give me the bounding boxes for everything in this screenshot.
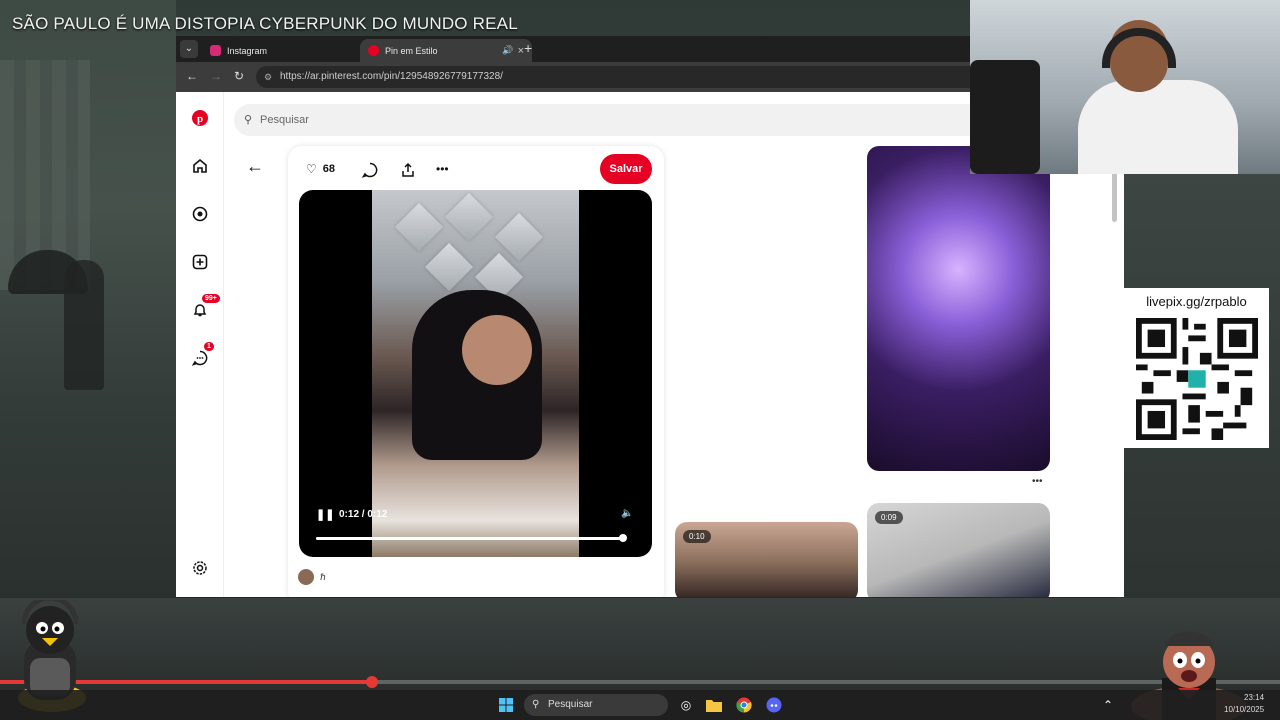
wall-tile [424, 242, 474, 292]
wall-tile [444, 192, 494, 242]
svg-text:p: p [197, 113, 203, 125]
settings-gear-icon[interactable] [190, 558, 210, 578]
tab-search-chevron-icon[interactable]: ⌄ [180, 40, 198, 58]
save-button[interactable]: Salvar [600, 154, 652, 184]
donation-qr-panel: livepix.gg/zrpablo [1124, 288, 1269, 448]
creator-avatar [298, 569, 314, 585]
webcam-feed [970, 0, 1280, 174]
windows-taskbar: ⚲ Pesquisar ◎ ⌃ 23:14 10/10/2025 [0, 690, 1280, 720]
video-progress-knob[interactable] [618, 534, 627, 542]
heart-icon: ♡ [306, 162, 317, 176]
video-duration-badge: 0:09 [875, 511, 903, 524]
chrome-icon[interactable] [734, 695, 754, 715]
comment-icon[interactable] [362, 162, 378, 178]
new-tab-button[interactable]: + [524, 40, 532, 56]
qr-label: livepix.gg/zrpablo [1146, 294, 1247, 309]
more-options-icon[interactable]: ••• [1032, 476, 1043, 487]
windows-start-icon[interactable] [496, 695, 516, 715]
qr-code-icon [1136, 318, 1258, 440]
app-icon[interactable]: ◎ [676, 695, 696, 715]
pause-icon[interactable]: ❚❚ [316, 508, 334, 521]
messages-badge: 1 [204, 342, 214, 351]
back-arrow-icon[interactable]: ← [246, 156, 264, 177]
url-text: https://ar.pinterest.com/pin/12954892677… [280, 71, 503, 82]
more-options-icon[interactable]: ••• [436, 162, 449, 176]
tab-instagram[interactable]: Instagram × [202, 39, 374, 62]
site-info-icon[interactable]: ⚙ [264, 66, 272, 88]
creator-row[interactable]: ℏ [298, 569, 326, 585]
tray-chevron-up-icon[interactable]: ⌃ [1098, 695, 1118, 715]
tab-pin-em-estilo[interactable]: Pin em Estilo 🔊 × [360, 39, 532, 62]
explore-compass-icon[interactable] [190, 204, 210, 224]
video-progress-bar[interactable] [316, 534, 627, 542]
search-placeholder: Pesquisar [260, 114, 309, 126]
instagram-icon [210, 45, 221, 56]
creator-name: ℏ [320, 571, 326, 582]
stream-title: SÃO PAULO É UMA DISTOPIA CYBERPUNK DO MU… [12, 14, 518, 33]
tab-label: Pin em Estilo [385, 45, 438, 56]
search-icon: ⚲ [532, 699, 540, 710]
video-progress-fill [316, 537, 623, 540]
taskbar-search-placeholder: Pesquisar [548, 699, 593, 710]
likes-count: 68 [322, 163, 336, 175]
video-player[interactable]: ❚❚ 0:12 / 0:12 🔈 [299, 190, 652, 557]
notifications-bell-icon[interactable]: 99+ [190, 294, 220, 320]
clock[interactable]: 23:14 10/10/2025 [1224, 692, 1264, 716]
related-pin-video[interactable]: 0:09 [867, 503, 1050, 597]
pin-card: ♡ 68 ••• Salvar ❚❚ 0:12 / 0:12 🔈 ℏ [288, 146, 664, 597]
clock-date: 10/10/2025 [1224, 705, 1265, 714]
reload-icon[interactable]: ↻ [234, 69, 244, 83]
video-time: 0:12 / 0:12 [339, 509, 388, 520]
video-duration-badge: 0:10 [683, 530, 711, 543]
pinterest-logo-icon[interactable]: p [190, 108, 210, 128]
back-arrow-icon[interactable]: ← [186, 69, 198, 83]
street-background [0, 598, 1280, 690]
wall-tile [494, 212, 544, 262]
webcam-person-shirt [1078, 80, 1238, 174]
clock-time: 23:14 [1244, 693, 1265, 702]
messages-icon[interactable]: 1 [190, 342, 214, 368]
home-icon[interactable] [190, 156, 210, 176]
taskbar-search-input[interactable]: ⚲ Pesquisar [524, 694, 668, 716]
create-plus-icon[interactable] [190, 252, 210, 272]
discord-icon[interactable] [764, 695, 784, 715]
volume-icon[interactable]: 🔈 [621, 508, 633, 519]
webcam-chair [970, 60, 1040, 174]
search-icon: ⚲ [244, 114, 253, 126]
video-frame [372, 190, 579, 557]
video-subject-face [462, 315, 532, 385]
like-button[interactable]: ♡ 68 [306, 162, 335, 176]
pinterest-icon [368, 45, 379, 56]
file-explorer-icon[interactable] [704, 695, 724, 715]
related-pin-image[interactable] [867, 146, 1050, 471]
tab-label: Instagram [227, 45, 268, 56]
person-silhouette [64, 260, 104, 390]
share-icon[interactable] [400, 162, 416, 178]
sidebar: p 99+ 1 [176, 92, 224, 597]
stream-seek-bar[interactable] [0, 676, 1280, 688]
speaker-icon[interactable]: 🔊 [502, 45, 513, 56]
notifications-badge: 99+ [202, 294, 220, 303]
forward-arrow-icon[interactable]: → [210, 69, 222, 83]
related-pin-video[interactable]: 0:10 [675, 522, 858, 597]
wall-tile [394, 202, 444, 252]
